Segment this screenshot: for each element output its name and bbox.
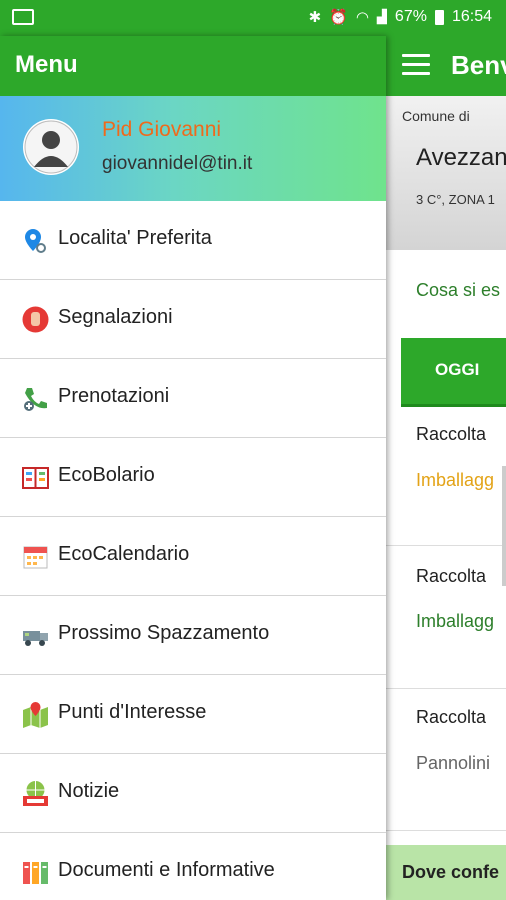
drawer-header: Menu xyxy=(0,36,386,96)
map-icon xyxy=(22,701,49,728)
profile-name: Pid Giovanni xyxy=(102,118,222,141)
collection-card[interactable]: Raccolta Pannolini xyxy=(386,689,506,831)
menu-item-localita-preferita[interactable]: Localita' Preferita xyxy=(0,201,386,280)
wifi-icon: ◠ xyxy=(355,9,369,26)
card-heading: Raccolta xyxy=(416,424,487,444)
bluetooth-icon: ✱ xyxy=(308,9,322,26)
menu-item-label: Prenotazioni xyxy=(58,385,170,407)
menu-item-segnalazioni[interactable]: Segnalazioni xyxy=(0,280,386,359)
tab-oggi[interactable]: OGGI xyxy=(401,338,506,404)
card-subtitle: Pannolini xyxy=(416,753,491,773)
zone-label: 3 C°, ZONA 1 xyxy=(416,192,495,207)
menu-item-label: Prossimo Spazzamento xyxy=(58,622,270,644)
menu-item-label: EcoCalendario xyxy=(58,543,190,565)
page-title: Benv xyxy=(451,50,506,80)
menu-item-prossimo-spazzamento[interactable]: Prossimo Spazzamento xyxy=(0,596,386,675)
menu-item-label: Notizie xyxy=(58,780,120,802)
dictionary-icon xyxy=(22,464,49,491)
news-icon xyxy=(22,780,49,807)
profile-header[interactable]: Pid Giovanni giovannidel@tin.it xyxy=(0,96,386,201)
hamburger-menu-icon[interactable] xyxy=(402,54,430,76)
menu-item-label: Segnalazioni xyxy=(58,306,173,328)
menu-item-label: Localita' Preferita xyxy=(58,227,212,249)
clock: 16:54 xyxy=(451,8,492,25)
menu-item-label: Punti d'Interesse xyxy=(58,701,207,723)
card-subtitle: Imballagg xyxy=(416,611,495,631)
drawer-menu: Localita' Preferita Segnalazioni Prenota… xyxy=(0,201,386,900)
menu-item-ecocalendario[interactable]: EcoCalendario xyxy=(0,517,386,596)
avatar[interactable] xyxy=(23,119,79,175)
map-pin-search-icon xyxy=(22,227,49,254)
collection-card[interactable]: Raccolta Imballagg xyxy=(386,546,506,689)
signal-icon: ▟ xyxy=(376,9,387,24)
navigation-drawer: Menu Pid Giovanni giovannidel@tin.it Loc… xyxy=(0,36,386,900)
street-sweeper-icon xyxy=(22,622,49,649)
tab-indicator xyxy=(401,404,506,407)
drawer-title: Menu xyxy=(15,51,78,78)
phone-add-icon xyxy=(22,385,49,412)
status-bar: ✱ ⏰ ◠ ▟ 67% 16:54 xyxy=(0,0,506,36)
main-screen: Benv Comune di Avezzan 3 C°, ZONA 1 Cosa… xyxy=(386,36,506,900)
calendar-icon xyxy=(22,543,49,570)
city-name: Avezzan xyxy=(416,144,506,171)
bottom-bar[interactable]: Dove confe xyxy=(386,845,506,900)
card-heading: Raccolta xyxy=(416,707,487,727)
card-heading: Raccolta xyxy=(416,566,487,586)
menu-item-punti-interesse[interactable]: Punti d'Interesse xyxy=(0,675,386,754)
collection-card[interactable]: Raccolta Imballagg xyxy=(386,408,506,546)
menu-item-documenti[interactable]: Documenti e Informative xyxy=(0,833,386,900)
scrollbar[interactable] xyxy=(502,466,506,586)
location-header: Comune di Avezzan 3 C°, ZONA 1 xyxy=(386,96,506,250)
alarm-icon: ⏰ xyxy=(329,9,348,26)
menu-item-prenotazioni[interactable]: Prenotazioni xyxy=(0,359,386,438)
battery-icon xyxy=(434,9,444,25)
question-text: Cosa si es xyxy=(416,280,501,300)
card-subtitle: Imballagg xyxy=(416,470,495,490)
profile-email: giovannidel@tin.it xyxy=(102,153,253,174)
menu-item-label: Documenti e Informative xyxy=(58,859,275,881)
menu-item-notizie[interactable]: Notizie xyxy=(0,754,386,833)
documents-icon xyxy=(22,859,49,886)
comune-label: Comune di xyxy=(402,108,470,124)
bottom-label: Dove confe xyxy=(402,862,500,882)
app-bar: Benv xyxy=(386,36,506,96)
battery-percent: 67% xyxy=(394,8,427,25)
menu-item-ecobolario[interactable]: EcoBolario xyxy=(0,438,386,517)
menu-item-label: EcoBolario xyxy=(58,464,155,486)
photo-icon xyxy=(12,9,34,25)
stop-hand-icon xyxy=(22,306,49,333)
